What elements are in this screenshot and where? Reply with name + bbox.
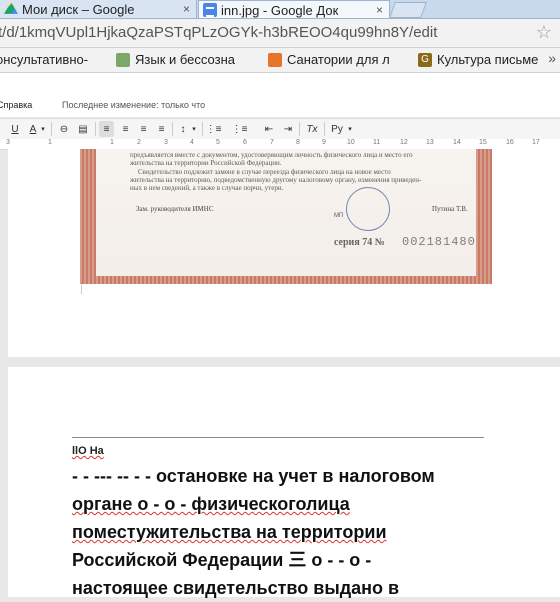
bookmarks-bar: онсультативно- Язык и бессозна Санатории… bbox=[0, 48, 560, 73]
certificate-text-line: жительства на территории Российской Феде… bbox=[130, 159, 282, 167]
document-page[interactable]: llO На - - --- -- - - остановке на учет … bbox=[8, 367, 560, 598]
input-tools-button[interactable]: Ру bbox=[329, 121, 345, 137]
ruler-tick-label: 4 bbox=[190, 139, 194, 146]
menu-help[interactable]: Справка bbox=[0, 100, 32, 110]
ruler-tick-label: 1 bbox=[48, 139, 52, 146]
text-line: органе о - о - физическоголица bbox=[72, 494, 350, 514]
align-left-icon[interactable]: ≡ bbox=[99, 121, 114, 137]
toolbar-divider bbox=[172, 122, 173, 136]
bulleted-list-icon[interactable]: ⋮≡ bbox=[232, 121, 248, 137]
g-logo-icon: G bbox=[418, 52, 432, 67]
google-drive-icon bbox=[4, 2, 18, 14]
underline-button[interactable]: U bbox=[10, 121, 20, 137]
close-icon[interactable]: × bbox=[183, 2, 190, 16]
page-icon bbox=[116, 52, 130, 67]
bookmark-label: Культура письме bbox=[437, 52, 539, 67]
ruler-tick-label: 5 bbox=[216, 139, 220, 146]
certificate-text-line: жительства на территорию, подведомственн… bbox=[130, 176, 422, 184]
more-bookmarks-button[interactable]: » bbox=[548, 50, 556, 66]
url-field[interactable]: t/d/1kmqVUpl1HjkaQzaPSTqPLzOGYk-h3bREOO4… bbox=[0, 24, 437, 41]
ruler-tick-label: 8 bbox=[296, 139, 300, 146]
serial-number: 002181480 bbox=[402, 235, 476, 249]
certificate-body: предъявляется вместе с документом, удост… bbox=[96, 149, 476, 276]
page-gap bbox=[0, 357, 560, 367]
official-stamp-icon bbox=[346, 187, 390, 231]
ruler-tick-label: 17 bbox=[532, 139, 540, 146]
ruler-tick-label: 11 bbox=[373, 139, 381, 146]
signer-name: Путина Т.В. bbox=[432, 205, 468, 213]
tab-title: inn.jpg - Google Док bbox=[221, 2, 339, 18]
document-body-text[interactable]: - - --- -- - - остановке на учет в налог… bbox=[72, 462, 512, 602]
address-bar: t/d/1kmqVUpl1HjkaQzaPSTqPLzOGYk-h3bREOO4… bbox=[0, 19, 560, 48]
text-line: Российской Федерации 三 о - - о - bbox=[72, 550, 372, 570]
ruler-tick-label: 10 bbox=[347, 139, 355, 146]
ruler-tick-label: 12 bbox=[400, 139, 408, 146]
chevron-down-icon[interactable]: ▾ bbox=[39, 121, 47, 137]
bookmark-label: Санатории для л bbox=[287, 52, 390, 67]
certificate-text-line: ных в нем сведений, а также в случае пор… bbox=[130, 184, 284, 192]
small-heading[interactable]: llO На bbox=[72, 445, 104, 457]
document-page[interactable]: предъявляется вместе с документом, удост… bbox=[8, 149, 560, 358]
stamp-caption: МП bbox=[334, 213, 344, 219]
close-icon[interactable]: × bbox=[376, 3, 383, 17]
align-center-icon[interactable]: ≡ bbox=[118, 121, 133, 137]
certificate-text-line: Свидетельство подлежит замене в случае п… bbox=[138, 168, 391, 176]
toolbar-divider bbox=[299, 122, 300, 136]
ruler-tick-label: 16 bbox=[506, 139, 514, 146]
bookmark-item[interactable]: Санатории для л bbox=[268, 52, 390, 67]
justify-icon[interactable]: ≡ bbox=[154, 121, 169, 137]
bookmark-item[interactable]: онсультативно- bbox=[0, 52, 88, 67]
tab-title: Мои диск – Google bbox=[22, 1, 135, 17]
formatting-toolbar: U A ▾ ⊖ ▤ ≡ ≡ ≡ ≡ ↕ ▾ ⋮≡ ⋮≡ ⇤ ⇥ Tx Ру ▾ bbox=[0, 118, 560, 140]
decrease-indent-icon[interactable]: ⇤ bbox=[262, 121, 276, 137]
line-spacing-icon[interactable]: ↕ bbox=[176, 121, 190, 137]
text-line: - - --- -- - - остановке на учет в налог… bbox=[72, 466, 435, 486]
chevron-down-icon[interactable]: ▾ bbox=[190, 121, 198, 137]
ruler-tick-label: 15 bbox=[479, 139, 487, 146]
tab-google-docs[interactable]: inn.jpg - Google Док × bbox=[198, 0, 390, 18]
text-color-button[interactable]: A bbox=[27, 121, 39, 137]
align-right-icon[interactable]: ≡ bbox=[136, 121, 151, 137]
toolbar-divider bbox=[95, 122, 96, 136]
certificate-text-line: предъявляется вместе с документом, удост… bbox=[130, 151, 413, 159]
bookmark-label: онсультативно- bbox=[0, 52, 89, 67]
bookmark-item[interactable]: Язык и бессозна bbox=[116, 52, 235, 67]
bookmark-label: Язык и бессозна bbox=[135, 52, 235, 67]
comment-icon[interactable]: ▤ bbox=[76, 121, 90, 137]
numbered-list-icon[interactable]: ⋮≡ bbox=[206, 121, 222, 137]
clear-formatting-icon[interactable]: Tx bbox=[304, 121, 320, 137]
flame-icon bbox=[268, 52, 282, 67]
new-tab-button[interactable] bbox=[389, 2, 427, 18]
ruler-tick-label: 7 bbox=[270, 139, 274, 146]
toolbar-divider bbox=[51, 122, 52, 136]
ruler-tick-label: 13 bbox=[426, 139, 434, 146]
horizontal-rule bbox=[72, 437, 484, 438]
ruler-tick-label: 6 bbox=[243, 139, 247, 146]
text-cursor bbox=[81, 284, 82, 294]
series-label: серия 74 № bbox=[334, 237, 385, 248]
certificate-image[interactable]: предъявляется вместе с документом, удост… bbox=[80, 149, 492, 284]
google-docs-icon bbox=[203, 3, 217, 17]
text-line: поместужительства на территории bbox=[72, 522, 387, 542]
signer-title: Зам. руководителя ИМНС bbox=[136, 205, 214, 213]
browser-tab-strip: Мои диск – Google × inn.jpg - Google Док… bbox=[0, 0, 560, 19]
increase-indent-icon[interactable]: ⇥ bbox=[281, 121, 295, 137]
bookmark-star-icon[interactable]: ☆ bbox=[536, 22, 552, 43]
link-icon[interactable]: ⊖ bbox=[57, 121, 71, 137]
bookmark-item[interactable]: G Культура письме bbox=[418, 52, 538, 67]
ruler-tick-label: 9 bbox=[322, 139, 326, 146]
ruler-tick-label: 2 bbox=[137, 139, 141, 146]
tab-google-drive[interactable]: Мои диск – Google × bbox=[0, 0, 197, 18]
toolbar-divider bbox=[202, 122, 203, 136]
docs-menu-strip bbox=[0, 73, 560, 117]
last-edit-status[interactable]: Последнее изменение: только что bbox=[62, 100, 205, 110]
ruler-tick-label: 3 bbox=[6, 139, 10, 146]
ruler-tick-label: 3 bbox=[164, 139, 168, 146]
text-line: настоящее свидетельство выдано в bbox=[72, 578, 400, 598]
ruler-tick-label: 14 bbox=[453, 139, 461, 146]
chevron-down-icon[interactable]: ▾ bbox=[346, 121, 354, 137]
ruler-tick-label: 1 bbox=[110, 139, 114, 146]
toolbar-divider bbox=[324, 122, 325, 136]
